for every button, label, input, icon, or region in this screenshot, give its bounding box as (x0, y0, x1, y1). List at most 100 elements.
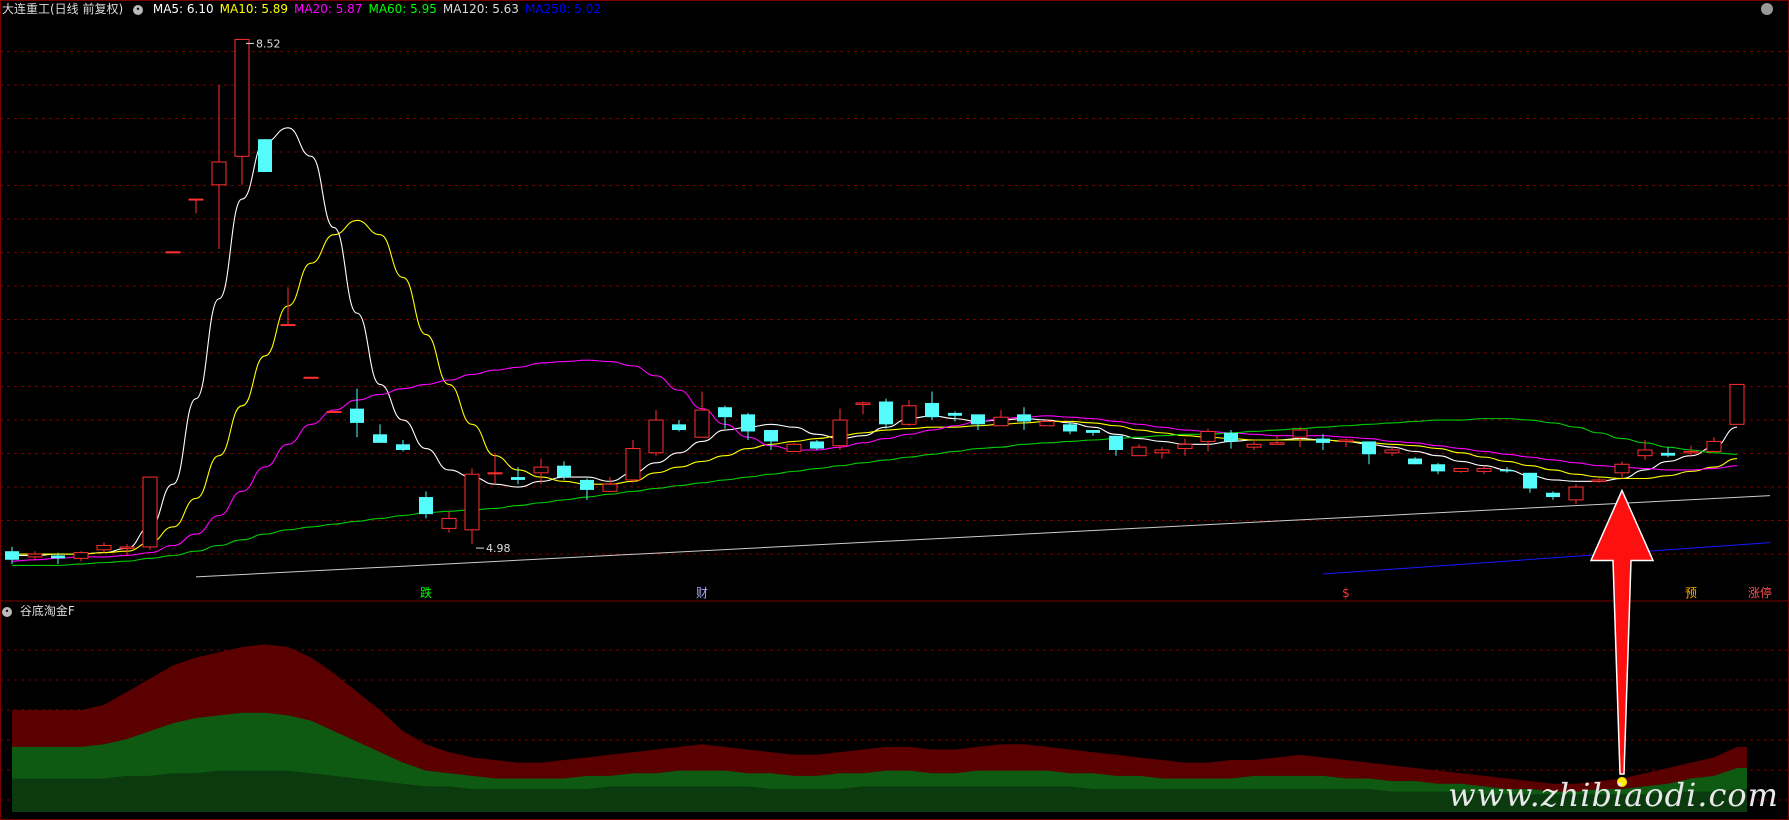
candle-body (580, 479, 594, 490)
candle-body (27, 553, 43, 558)
candle-body (1224, 432, 1238, 442)
candle-body (1568, 486, 1584, 501)
candle-body (1523, 472, 1537, 489)
candle-body (1292, 429, 1308, 438)
candle-body (1500, 469, 1514, 472)
candle-body (326, 410, 342, 413)
candle-body (1131, 446, 1147, 457)
candle-body (373, 434, 387, 443)
ma-label-0: MA5: 6.10 (152, 2, 214, 16)
ma5-line (12, 127, 1738, 557)
candle-body (993, 416, 1009, 427)
candle-body (1661, 452, 1675, 456)
candle-body (810, 441, 824, 449)
candle-body (764, 430, 778, 442)
candle-body (258, 139, 272, 172)
candle-body (855, 402, 871, 405)
candle-body (511, 477, 525, 480)
candle-body (1200, 430, 1216, 442)
signal-label: 跌 (420, 585, 432, 600)
candle-body (694, 409, 710, 438)
candle-body (602, 483, 618, 492)
candle-body (419, 497, 433, 515)
candle-body (901, 405, 917, 425)
low-label: 4.98 (486, 542, 511, 555)
candle-body (1338, 439, 1354, 442)
candle-body (672, 424, 686, 431)
candle-body (1154, 449, 1170, 454)
candle-body (557, 465, 571, 478)
candle-body (832, 419, 848, 447)
candle-body (1408, 458, 1422, 465)
candle-body (234, 38, 250, 157)
candle-body (1017, 414, 1031, 422)
candle-body (51, 555, 65, 559)
candle-body (786, 443, 802, 452)
candle-body (1246, 443, 1262, 448)
indicator-toggle-icon[interactable]: • (2, 606, 12, 617)
candle-body (211, 161, 227, 186)
candle-body (1637, 449, 1653, 457)
watermark: www.zhibiaodi.com (1448, 776, 1779, 814)
candle-body (188, 198, 204, 201)
signal-arrow (1589, 488, 1655, 775)
ma-label-4: MA120: 5.63 (442, 2, 519, 16)
candle-body (1269, 442, 1285, 445)
candle-body (1431, 464, 1445, 472)
indicator-title: 谷底淘金F (19, 604, 75, 618)
candle-body (1614, 463, 1630, 474)
candle-body (1039, 420, 1055, 427)
signal-label: 财 (696, 586, 708, 600)
candle-body (625, 448, 641, 481)
candle-body (280, 324, 296, 327)
signal-label: 预 (1685, 586, 1697, 600)
candle-body (350, 408, 364, 423)
ma-legend: MA5: 6.10 MA10: 5.89 MA20: 5.87 MA60: 5.95 M… (153, 2, 607, 16)
stock-chart-window: 8.524.98跌财$撤预涨停 大连重工(日线 前复权) • MA5: 6.10… (0, 0, 1789, 820)
candle-body (1384, 449, 1400, 454)
candle-body (441, 517, 457, 529)
ma-label-5: MA250: 5.02 (524, 2, 601, 16)
ma10-line (12, 219, 1738, 555)
candle-body (925, 402, 939, 418)
signal-label: $ (1342, 586, 1350, 600)
candle-body (142, 476, 158, 548)
settings-toggle-icon[interactable]: • (133, 4, 144, 15)
ma20-line (11, 359, 1738, 562)
candle-body (1476, 468, 1492, 472)
candlestick-chart[interactable]: 8.524.98跌财$撤预涨停 (0, 0, 1789, 820)
candle-body (396, 444, 410, 450)
candle-body (165, 251, 181, 254)
candle-body (1109, 435, 1123, 450)
candle-body (648, 419, 664, 454)
high-label: 8.52 (256, 37, 281, 50)
candle-body (1177, 443, 1193, 450)
candle-body (1683, 450, 1699, 454)
candle-body (879, 401, 893, 425)
candle-body (971, 414, 985, 425)
candle-body (1729, 383, 1745, 425)
ma250-line (1322, 542, 1771, 575)
candle-body (1591, 479, 1607, 482)
candle-body (1063, 424, 1077, 432)
ma-label-1: MA10: 5.89 (219, 2, 289, 16)
candle-body (718, 407, 732, 418)
candle-body (1453, 468, 1469, 472)
stock-title: 大连重工(日线 前复权) (2, 2, 124, 16)
window-toggle-icon[interactable] (1761, 3, 1773, 15)
candle-body (1362, 441, 1376, 455)
candle-body (487, 472, 503, 475)
ma-label-2: MA20: 5.87 (294, 2, 363, 16)
candle-body (741, 414, 755, 432)
candle-body (1706, 440, 1722, 452)
chart-header: 大连重工(日线 前复权) • MA5: 6.10 MA10: 5.89 MA20: … (2, 1, 613, 17)
candle-body (73, 552, 89, 559)
candle-body (96, 545, 112, 551)
candle-body (464, 473, 480, 531)
candle-body (948, 412, 962, 416)
candle-body (119, 546, 135, 549)
candle-body (303, 376, 319, 379)
signal-label: 涨停 (1748, 585, 1772, 600)
ma-label-3: MA60: 5.95 (368, 2, 437, 16)
candle-body (1546, 492, 1560, 498)
